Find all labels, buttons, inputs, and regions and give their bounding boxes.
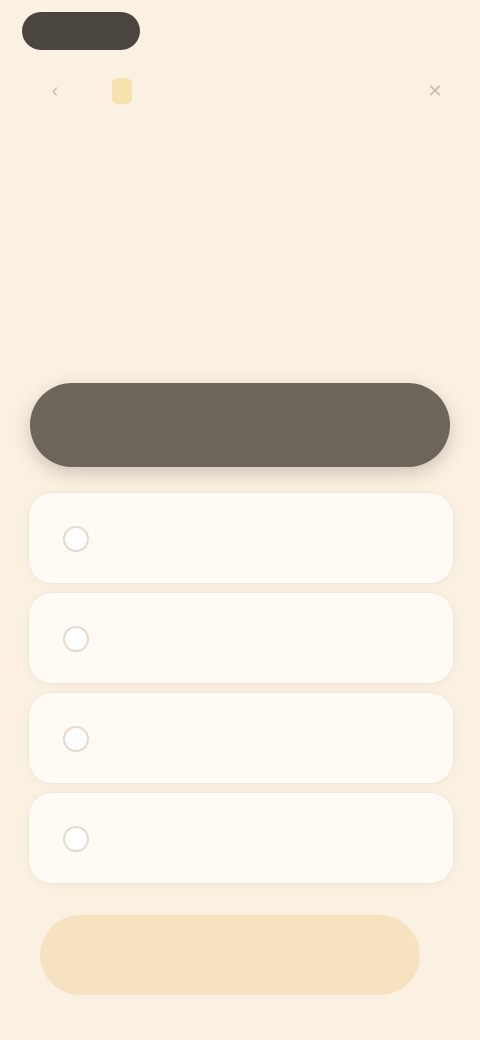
continue-button[interactable] xyxy=(40,915,420,995)
brand-subtitle xyxy=(252,110,322,124)
radio-icon[interactable] xyxy=(63,726,89,752)
back-icon[interactable]: ‹ xyxy=(44,80,66,102)
radio-icon[interactable] xyxy=(63,526,89,552)
brand-logo xyxy=(112,78,132,104)
close-icon[interactable]: ✕ xyxy=(424,80,446,102)
option-row-4[interactable] xyxy=(28,792,454,884)
option-row-2[interactable] xyxy=(28,592,454,684)
primary-button[interactable] xyxy=(30,383,450,467)
radio-icon[interactable] xyxy=(63,626,89,652)
status-pill xyxy=(22,12,140,50)
option-row-3[interactable] xyxy=(28,692,454,784)
radio-icon[interactable] xyxy=(63,826,89,852)
option-row-1[interactable] xyxy=(28,492,454,584)
header: ‹ ✕ xyxy=(20,72,460,112)
